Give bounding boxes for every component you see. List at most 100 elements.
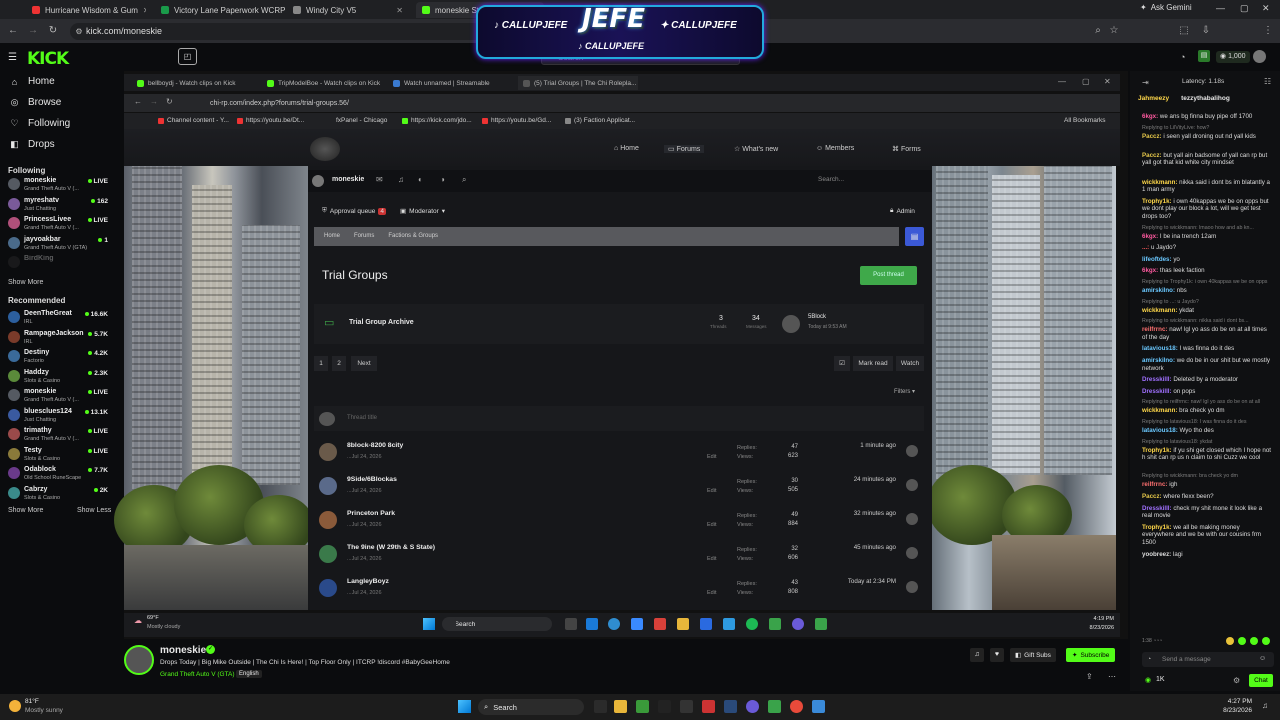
- forum-username[interactable]: moneskie: [332, 176, 364, 183]
- user-avatar[interactable]: [312, 175, 324, 187]
- close-icon[interactable]: ✕: [1104, 77, 1111, 86]
- downloads-icon[interactable]: ⇩: [1200, 25, 1212, 37]
- forum-nav-forms[interactable]: ⌘ Forms: [892, 145, 921, 153]
- channel-item[interactable]: myreshatv Just Chatting 162: [8, 196, 108, 215]
- inner-tab[interactable]: bellboydj - Watch clips on Kick: [132, 76, 241, 90]
- post-thread-button[interactable]: Post thread: [860, 266, 917, 285]
- minimize-window-icon[interactable]: —: [1216, 3, 1225, 13]
- chat-username[interactable]: DresskillI:: [1142, 388, 1172, 395]
- close-window-icon[interactable]: ✕: [1262, 3, 1270, 14]
- thread-title-input[interactable]: Thread title: [347, 415, 377, 421]
- xbox-icon[interactable]: [636, 700, 649, 713]
- maximize-icon[interactable]: ▢: [1082, 77, 1090, 86]
- select-icon[interactable]: ☑: [834, 356, 850, 371]
- last-poster-avatar[interactable]: [906, 581, 918, 593]
- chat-username[interactable]: 6kgx:: [1142, 113, 1158, 120]
- chat-username[interactable]: reilfrrnc:: [1142, 326, 1167, 333]
- emoji-icon[interactable]: ☺: [1259, 655, 1266, 662]
- inner-tab[interactable]: Watch unnamed | Streamable: [388, 76, 495, 90]
- chat-username[interactable]: amirskilno:: [1142, 357, 1175, 364]
- close-tab-icon[interactable]: ✕: [396, 6, 403, 15]
- inner-tab[interactable]: TripModelBoe - Watch clips on Kick: [262, 76, 385, 90]
- points-badge[interactable]: ◉ 1,000: [1216, 51, 1250, 63]
- mark-read-button[interactable]: Mark read: [853, 356, 893, 371]
- all-bookmarks[interactable]: All Bookmarks: [1064, 117, 1106, 124]
- close-tab-icon[interactable]: ✕: [143, 6, 146, 15]
- folder-icon[interactable]: [614, 700, 627, 713]
- admin-link[interactable]: 🔒︎ Admin: [890, 207, 915, 215]
- collapse-chat-icon[interactable]: ⇥: [1142, 78, 1149, 87]
- discord-icon[interactable]: [792, 618, 804, 630]
- bookmark[interactable]: https://kick.com/jdo...: [402, 117, 472, 124]
- thread-row[interactable]: 9Side/6Blockas ...Jul 24, 2026 Edit Replies…: [314, 471, 924, 501]
- inner-tab-active[interactable]: (5) Trial Groups | The Chi Rolepla...: [518, 76, 638, 90]
- thread-author-avatar[interactable]: [319, 511, 337, 529]
- last-poster-avatar[interactable]: [906, 445, 918, 457]
- breadcrumb-item[interactable]: Home: [324, 227, 340, 246]
- show-more-link[interactable]: Show More: [8, 279, 43, 286]
- app-icon[interactable]: [769, 618, 781, 630]
- approval-queue-link[interactable]: ⛨ Approval queue 4: [322, 207, 387, 215]
- channel-item[interactable]: Destiny Factorio 4.2K: [8, 348, 108, 367]
- app-icon[interactable]: [565, 618, 577, 630]
- channel-item[interactable]: Testy Slots & Casino LIVE: [8, 446, 108, 465]
- nav-browse[interactable]: ◎ Browse: [10, 97, 62, 108]
- last-poster-avatar[interactable]: [906, 479, 918, 491]
- app-icon[interactable]: [702, 700, 715, 713]
- browser-tab[interactable]: Victory Lane Paperwork WCRP✕: [155, 2, 285, 18]
- chat-username[interactable]: DresskillI:: [1142, 505, 1172, 512]
- app-icon[interactable]: [815, 618, 827, 630]
- kick-logo[interactable]: KICK: [27, 49, 69, 69]
- thread-title[interactable]: LangleyBoyz: [347, 578, 389, 585]
- chat-username[interactable]: wickkmann:: [1142, 307, 1177, 314]
- windows-start-icon[interactable]: [458, 700, 471, 713]
- emote-icon[interactable]: [1262, 637, 1270, 645]
- emote-icon[interactable]: [1226, 637, 1234, 645]
- forum-search-input[interactable]: Search...: [818, 176, 844, 183]
- forward-icon[interactable]: →: [150, 97, 158, 106]
- thread-row[interactable]: 8block-8200 8city ...Jul 24, 2026 Edit Repl…: [314, 437, 924, 467]
- chat-username[interactable]: amirskilno:: [1142, 287, 1175, 294]
- app-icon[interactable]: [586, 618, 598, 630]
- watch-button[interactable]: Watch: [896, 356, 924, 371]
- notifications-icon[interactable]: ◔: [1180, 52, 1185, 62]
- chat-username[interactable]: wickkmann:: [1142, 179, 1177, 186]
- page-button-1[interactable]: 1: [314, 356, 328, 371]
- channel-item[interactable]: trimathy Grand Theft Auto V (... LIVE: [8, 426, 108, 445]
- toggle-icon[interactable]: ◑: [440, 175, 445, 184]
- next-page-button[interactable]: Next: [351, 356, 377, 371]
- ask-gemini-button[interactable]: ✦ Ask Gemini: [1140, 3, 1192, 12]
- thread-title[interactable]: The 9ine (W 29th & S State): [347, 544, 435, 551]
- pinned-user[interactable]: tezzythabalihog: [1181, 95, 1230, 102]
- filters-menu[interactable]: Filters ▾: [894, 388, 915, 395]
- channel-item[interactable]: Odablock Old School RuneScape 7.7K: [8, 465, 108, 484]
- chat-username[interactable]: ...:: [1142, 244, 1149, 251]
- maximize-window-icon[interactable]: ▢: [1240, 3, 1249, 14]
- bookmark[interactable]: (3) Faction Applicat...: [565, 117, 635, 124]
- reload-icon[interactable]: ↻: [166, 97, 173, 106]
- thread-author-avatar[interactable]: [319, 545, 337, 563]
- channel-item[interactable]: RampageJackson IRL 5.7K: [8, 329, 108, 348]
- chat-username[interactable]: yoobreez:: [1142, 551, 1171, 558]
- folder-icon[interactable]: [677, 618, 689, 630]
- thread-row[interactable]: Princeton Park ...Jul 24, 2026 Edit Replies…: [314, 505, 924, 535]
- bookmark-star-icon[interactable]: ☆: [1108, 25, 1120, 37]
- heart-icon[interactable]: ♥: [990, 648, 1004, 662]
- channel-item[interactable]: jayvoakbar Grand Theft Auto V (GTA) 1: [8, 235, 108, 254]
- channel-item[interactable]: moneskie Grand Theft Auto V (... LIVE: [8, 387, 108, 406]
- forum-nav-members[interactable]: ☺ Members: [816, 145, 854, 152]
- chat-username[interactable]: DresskillI:: [1142, 376, 1172, 383]
- breadcrumb-item[interactable]: Factions & Groups: [388, 227, 438, 246]
- profile-avatar[interactable]: [1240, 25, 1252, 37]
- app-icon[interactable]: [658, 700, 671, 713]
- forward-icon[interactable]: →: [27, 25, 39, 37]
- chat-username[interactable]: Paccz:: [1142, 152, 1162, 159]
- chat-username[interactable]: 6kgx:: [1142, 233, 1158, 240]
- back-icon[interactable]: ←: [134, 97, 142, 106]
- channel-item[interactable]: Haddzy Slots & Casino 2.3K: [8, 368, 108, 387]
- nav-drops[interactable]: ◧ Drops: [10, 139, 54, 150]
- settings-icon[interactable]: ⚙: [1233, 676, 1240, 685]
- browser-menu-icon[interactable]: ⋮: [1262, 25, 1274, 37]
- translate-icon[interactable]: ⌕: [1092, 25, 1104, 37]
- chat-input[interactable]: Send a message: [1142, 652, 1274, 667]
